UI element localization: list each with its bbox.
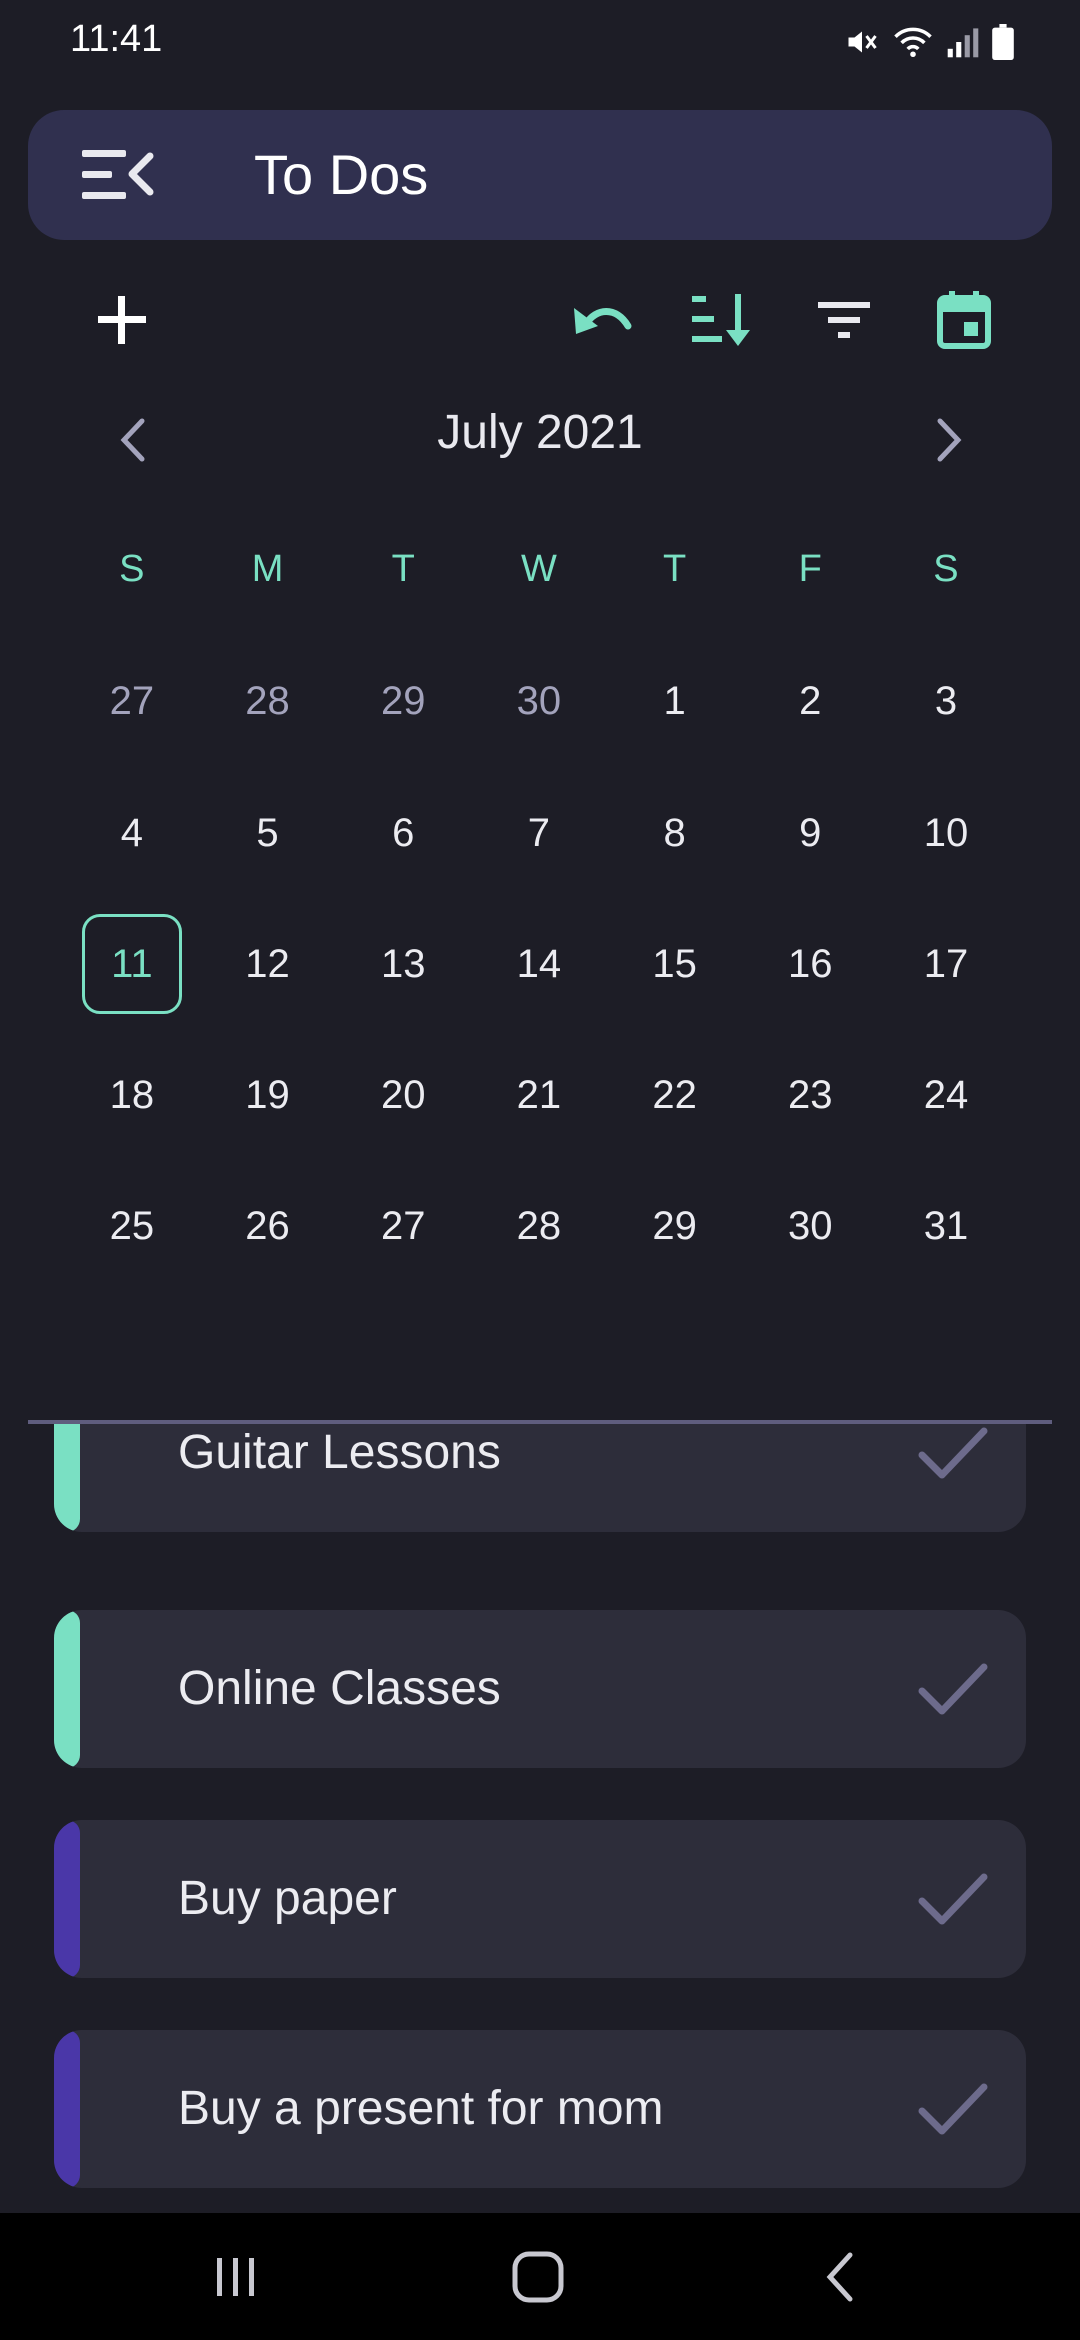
selected-day-label: 11: [81, 914, 182, 1014]
todo-label: Buy a present for mom: [178, 2082, 664, 2135]
previous-month-button[interactable]: [98, 400, 168, 480]
recents-icon: [217, 2258, 254, 2296]
top-app-bar: To Dos: [28, 110, 1052, 240]
system-nav-bar: [0, 2213, 1080, 2340]
check-icon[interactable]: [918, 1659, 988, 1719]
status-icons: [844, 22, 1014, 62]
status-bar: 11:41: [0, 0, 1080, 84]
todo-label: Buy paper: [178, 1872, 397, 1925]
todo-color-bar: [54, 1424, 80, 1532]
calendar-day[interactable]: 6: [335, 781, 471, 885]
status-time: 11:41: [70, 18, 163, 60]
menu-collapse-icon: [82, 150, 154, 199]
calendar-button[interactable]: [924, 280, 1004, 360]
sort-icon: [692, 294, 750, 346]
calendar-day[interactable]: 5: [200, 781, 336, 885]
calendar-week: 4 5 6 7 8 9 10: [64, 781, 1014, 885]
calendar-day[interactable]: 10: [878, 781, 1014, 885]
calendar-day[interactable]: 24: [878, 1043, 1014, 1147]
todo-item[interactable]: Online Classes: [54, 1610, 1026, 1768]
weekday-label: S: [933, 548, 959, 590]
calendar-day[interactable]: 12: [200, 912, 336, 1016]
check-icon[interactable]: [918, 2079, 988, 2139]
todo-color-bar: [54, 2030, 80, 2188]
calendar-day[interactable]: 27: [64, 649, 200, 753]
weekday-label: T: [391, 548, 415, 590]
calendar-day[interactable]: 30: [742, 1174, 878, 1278]
calendar-day[interactable]: 17: [878, 912, 1014, 1016]
next-month-button[interactable]: [914, 400, 984, 480]
calendar-day[interactable]: 15: [607, 912, 743, 1016]
add-icon: [98, 296, 146, 344]
weekday-label: M: [251, 548, 284, 590]
calendar-day[interactable]: 21: [471, 1043, 607, 1147]
weekday-label: F: [798, 548, 822, 590]
calendar-day[interactable]: 19: [200, 1043, 336, 1147]
calendar-day[interactable]: 27: [335, 1174, 471, 1278]
calendar-day[interactable]: 23: [742, 1043, 878, 1147]
sort-button[interactable]: [682, 280, 762, 360]
month-title: July 2021: [437, 406, 643, 459]
todo-color-bar: [54, 1610, 80, 1768]
menu-collapse-button[interactable]: [78, 144, 158, 206]
todo-color-bar: [54, 1820, 80, 1978]
calendar-day[interactable]: 28: [471, 1174, 607, 1278]
calendar-day[interactable]: 18: [64, 1043, 200, 1147]
home-button[interactable]: [498, 2237, 578, 2317]
filter-button[interactable]: [804, 280, 884, 360]
recents-button[interactable]: [196, 2237, 276, 2317]
check-icon[interactable]: [918, 1869, 988, 1929]
calendar-day[interactable]: 31: [878, 1174, 1014, 1278]
weekday-label: S: [119, 548, 145, 590]
todo-item[interactable]: Guitar Lessons: [54, 1424, 1026, 1532]
calendar-week: 11 12 13 14 15 16 17: [64, 912, 1014, 1016]
todo-label: Online Classes: [178, 1662, 501, 1715]
add-todo-button[interactable]: [82, 280, 162, 360]
page-title: To Dos: [254, 143, 429, 206]
weekday-label: T: [662, 548, 687, 590]
calendar-day[interactable]: 25: [64, 1174, 200, 1278]
calendar-week: 25 26 27 28 29 30 31: [64, 1174, 1014, 1278]
calendar-day[interactable]: 16: [742, 912, 878, 1016]
weekday-label: W: [520, 548, 557, 590]
check-icon[interactable]: [918, 1424, 988, 1483]
calendar-day[interactable]: 1: [607, 649, 743, 753]
calendar-day-selected[interactable]: 11: [64, 912, 200, 1016]
calendar-day[interactable]: 13: [335, 912, 471, 1016]
calendar-week: 18 19 20 21 22 23 24: [64, 1043, 1014, 1147]
chevron-right-icon: [937, 418, 962, 462]
todo-list[interactable]: Guitar Lessons Online Classes Buy paper …: [0, 1424, 1080, 2213]
calendar-day[interactable]: 26: [200, 1174, 336, 1278]
calendar-day[interactable]: 14: [471, 912, 607, 1016]
calendar-week: 27 28 29 30 1 2 3: [64, 649, 1014, 753]
weekday-header: S M T W T F S: [64, 548, 1014, 591]
back-icon: [826, 2252, 853, 2302]
calendar-day[interactable]: 9: [742, 781, 878, 885]
calendar-day[interactable]: 2: [742, 649, 878, 753]
battery-icon: [992, 24, 1014, 60]
filter-icon: [818, 302, 870, 338]
undo-button[interactable]: [562, 280, 642, 360]
calendar-day[interactable]: 3: [878, 649, 1014, 753]
signal-icon: [947, 28, 979, 58]
todo-item[interactable]: Buy paper: [54, 1820, 1026, 1978]
calendar-day[interactable]: 4: [64, 781, 200, 885]
home-icon: [512, 2251, 564, 2303]
chevron-left-icon: [120, 418, 145, 462]
calendar-day[interactable]: 28: [200, 649, 336, 753]
back-button[interactable]: [800, 2237, 880, 2317]
calendar-day[interactable]: 8: [607, 781, 743, 885]
calendar-day[interactable]: 29: [335, 649, 471, 753]
wifi-icon: [894, 27, 932, 58]
undo-icon: [574, 308, 632, 334]
todo-label: Guitar Lessons: [178, 1426, 501, 1479]
calendar-day[interactable]: 29: [607, 1174, 743, 1278]
calendar-day[interactable]: 22: [607, 1043, 743, 1147]
todo-item[interactable]: Buy a present for mom: [54, 2030, 1026, 2188]
calendar-day[interactable]: 30: [471, 649, 607, 753]
calendar-icon: [937, 291, 991, 349]
mute-icon: [848, 31, 877, 53]
calendar-day[interactable]: 20: [335, 1043, 471, 1147]
calendar-day[interactable]: 7: [471, 781, 607, 885]
